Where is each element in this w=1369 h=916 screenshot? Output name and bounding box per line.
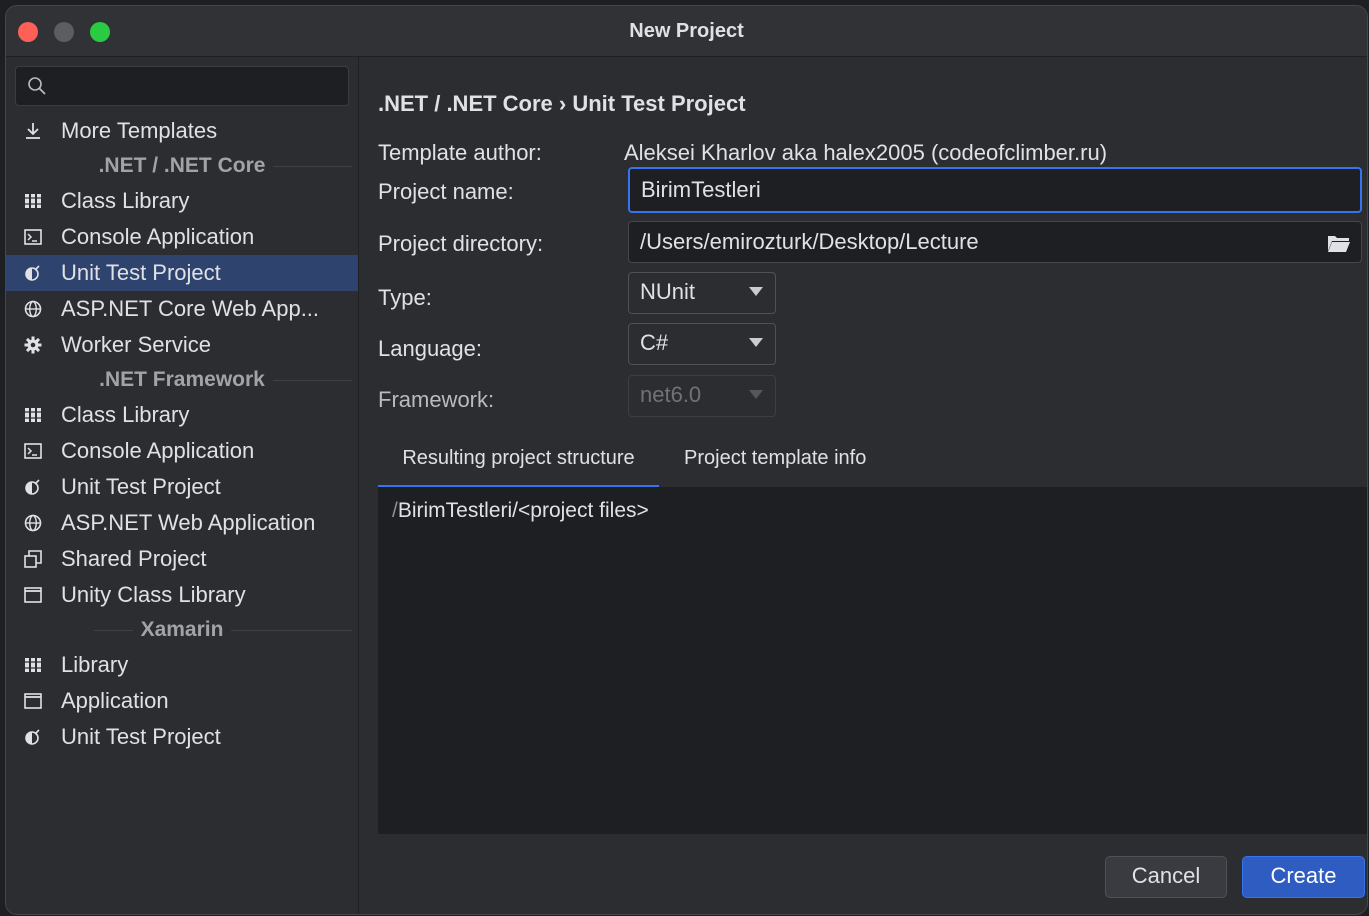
- template-list: More Templates .NET / .NET Core Class Libr…: [6, 113, 358, 755]
- info-tabs: Resulting project structure Project temp…: [378, 437, 1367, 489]
- project-directory-label: Project directory:: [378, 231, 544, 256]
- sidebar-item-label: Unity Class Library: [61, 582, 246, 607]
- library-icon: [24, 406, 42, 424]
- sidebar-item-class-library[interactable]: Class Library: [6, 397, 358, 433]
- gear-icon: [24, 336, 42, 354]
- sidebar-item-label: Unit Test Project: [61, 474, 221, 499]
- folder-icon[interactable]: [1327, 233, 1351, 253]
- sidebar-section-header: Xamarin: [6, 613, 358, 647]
- sidebar-item-label: ASP.NET Web Application: [61, 510, 316, 535]
- sidebar-item-asp-net-core-web-app[interactable]: ASP.NET Core Web App...: [6, 291, 358, 327]
- sidebar-item-shared-project[interactable]: Shared Project: [6, 541, 358, 577]
- framework-dropdown-value: net6.0: [640, 382, 702, 407]
- chevron-down-icon: [749, 390, 763, 399]
- sidebar-item-worker-service[interactable]: Worker Service: [6, 327, 358, 363]
- sidebar-item-label: More Templates: [61, 118, 218, 143]
- language-dropdown-value: C#: [640, 330, 669, 355]
- sidebar-item-class-library[interactable]: Class Library: [6, 183, 358, 219]
- sidebar-item-unit-test-project[interactable]: Unit Test Project: [6, 469, 358, 505]
- sidebar-item-label: Library: [61, 652, 129, 677]
- globe-icon: [24, 300, 42, 318]
- framework-label: Framework:: [378, 387, 495, 412]
- framework-dropdown: net6.0: [628, 375, 776, 417]
- sidebar-section-label: .NET / .NET Core: [90, 154, 274, 177]
- cancel-button[interactable]: Cancel: [1105, 856, 1227, 898]
- project-directory-input[interactable]: /Users/emirozturk/Desktop/Lecture: [628, 221, 1362, 263]
- type-dropdown-value: NUnit: [640, 279, 696, 304]
- sidebar-item-label: Class Library: [61, 402, 190, 427]
- sidebar-section-label: Xamarin: [132, 618, 232, 641]
- sidebar-item-unit-test-project[interactable]: Unit Test Project: [6, 719, 358, 755]
- sidebar-item-application[interactable]: Application: [6, 683, 358, 719]
- structure-path: BirimTestleri/<project files>: [397, 499, 649, 522]
- chevron-down-icon: [749, 338, 763, 347]
- console-icon: [24, 442, 42, 460]
- new-project-dialog: New Project More Templates .NET / .NET Co…: [6, 6, 1367, 914]
- tab-project-template-info[interactable]: Project template info: [684, 437, 866, 485]
- library-icon: [24, 192, 42, 210]
- sidebar-section-header: .NET / .NET Core: [6, 149, 358, 183]
- template-settings-panel: .NET / .NET Core › Unit Test Project Tem…: [359, 57, 1367, 914]
- type-dropdown[interactable]: NUnit: [628, 272, 776, 314]
- template-search-input[interactable]: [15, 66, 349, 106]
- sidebar-item-library[interactable]: Library: [6, 647, 358, 683]
- create-button[interactable]: Create: [1242, 856, 1365, 898]
- sidebar-item-label: Console Application: [61, 438, 255, 463]
- sidebar-item-label: Shared Project: [61, 546, 207, 571]
- sidebar-item-unity-class-library[interactable]: Unity Class Library: [6, 577, 358, 613]
- type-label: Type:: [378, 285, 432, 310]
- sidebar-item-more-templates[interactable]: More Templates: [6, 113, 358, 149]
- tab-resulting-project-structure[interactable]: Resulting project structure: [378, 437, 659, 489]
- unit-test-icon: [24, 264, 42, 282]
- project-name-input[interactable]: BirimTestleri: [628, 167, 1362, 213]
- sidebar-item-label: Application: [61, 688, 169, 713]
- sidebar-item-console-application[interactable]: Console Application: [6, 219, 358, 255]
- sidebar-item-label: Worker Service: [61, 332, 211, 357]
- sidebar-item-label: Class Library: [61, 188, 190, 213]
- project-directory-value: /Users/emirozturk/Desktop/Lecture: [640, 229, 979, 254]
- console-icon: [24, 228, 42, 246]
- breadcrumb: .NET / .NET Core › Unit Test Project: [378, 91, 746, 116]
- template-author-value: Aleksei Kharlov aka halex2005 (codeofcli…: [624, 140, 1108, 165]
- sidebar-section-header: .NET Framework: [6, 363, 358, 397]
- shared-project-icon: [24, 550, 42, 568]
- chevron-down-icon: [749, 287, 763, 296]
- window-icon: [24, 586, 42, 604]
- window-icon: [24, 692, 42, 710]
- sidebar-section-label: .NET Framework: [91, 368, 273, 391]
- unit-test-icon: [24, 478, 42, 496]
- search-icon: [28, 77, 46, 95]
- sidebar-item-label: Unit Test Project: [61, 260, 221, 285]
- sidebar-item-asp-net-web-application[interactable]: ASP.NET Web Application: [6, 505, 358, 541]
- template-sidebar: More Templates .NET / .NET Core Class Libr…: [6, 57, 359, 914]
- project-name-label: Project name:: [378, 179, 514, 204]
- sidebar-item-label: Unit Test Project: [61, 724, 221, 749]
- window-title: New Project: [629, 20, 744, 42]
- sidebar-item-label: ASP.NET Core Web App...: [61, 296, 320, 321]
- library-icon: [24, 656, 42, 674]
- template-author-label: Template author:: [378, 140, 542, 165]
- project-structure-panel: /BirimTestleri/<project files>: [378, 487, 1367, 834]
- globe-icon: [24, 514, 42, 532]
- download-icon: [24, 122, 42, 140]
- language-dropdown[interactable]: C#: [628, 323, 776, 365]
- language-label: Language:: [378, 336, 482, 361]
- sidebar-item-label: Console Application: [61, 224, 255, 249]
- sidebar-item-console-application[interactable]: Console Application: [6, 433, 358, 469]
- unit-test-icon: [24, 728, 42, 746]
- title-bar: New Project: [6, 6, 1367, 57]
- sidebar-item-unit-test-project[interactable]: Unit Test Project: [6, 255, 358, 291]
